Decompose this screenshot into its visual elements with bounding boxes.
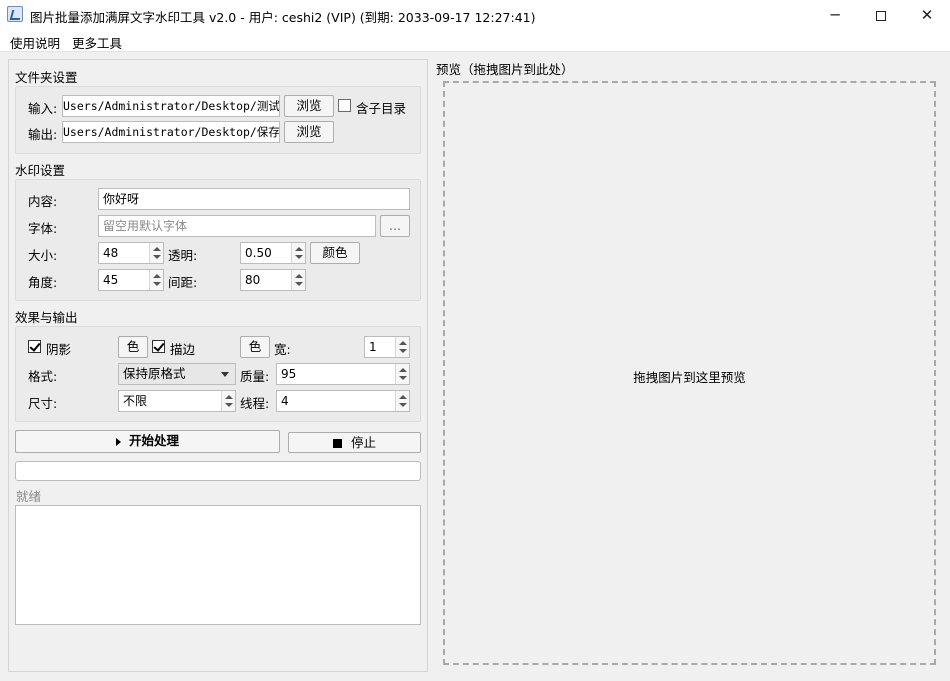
stroke-checkbox[interactable] (152, 340, 165, 353)
threads-spin-arrows[interactable] (395, 391, 409, 411)
size-label: 大小: (28, 248, 58, 263)
shadow-color-button[interactable]: 色 (118, 336, 148, 358)
maximize-icon (876, 10, 886, 21)
format-label: 格式: (28, 369, 58, 384)
status-text: 就绪 (16, 489, 42, 504)
stroke-color-button[interactable]: 色 (240, 336, 270, 358)
subdir-checkbox[interactable] (338, 99, 351, 112)
output-browse-button[interactable]: 浏览 (284, 121, 334, 143)
font-picker-button[interactable]: ... (380, 215, 410, 237)
color-button[interactable]: 颜色 (310, 242, 360, 264)
font-label: 字体: (28, 221, 58, 236)
spacing-spin-arrows[interactable] (291, 270, 305, 290)
content-label: 内容: (28, 194, 58, 209)
quality-spinbox[interactable]: 95 (276, 363, 410, 385)
preview-drop-zone[interactable]: 拖拽图片到这里预览 (443, 81, 936, 665)
size-spin-arrows[interactable] (149, 243, 163, 263)
stop-icon (332, 439, 342, 448)
threads-label: 线程: (240, 396, 270, 411)
drop-hint: 拖拽图片到这里预览 (633, 370, 746, 385)
menu-help[interactable]: 使用说明 (10, 33, 60, 52)
folder-settings-title: 文件夹设置 (15, 70, 78, 85)
output-size-value: 不限 (123, 394, 148, 408)
output-size-label: 尺寸: (28, 396, 58, 411)
watermark-settings-title: 水印设置 (15, 163, 66, 178)
play-icon (115, 437, 121, 446)
preview-panel: 预览（拖拽图片到此处） 拖拽图片到这里预览 (436, 59, 942, 672)
input-folder-label: 输入: (28, 101, 58, 116)
menu-more-tools[interactable]: 更多工具 (72, 33, 122, 52)
effects-title: 效果与输出 (15, 310, 78, 325)
folder-settings-group: 输入: Users/Administrator/Desktop/测试图片 浏览 … (15, 86, 421, 154)
shadow-checkbox[interactable] (28, 340, 41, 353)
stroke-label: 描边 (170, 342, 196, 357)
stroke-width-spinbox[interactable]: 1 (364, 336, 410, 358)
opacity-value: 0.50 (245, 246, 272, 260)
menu-bar: 使用说明 更多工具 (0, 30, 950, 52)
start-label: 开始处理 (128, 433, 179, 448)
window-title: 图片批量添加满屏文字水印工具 v2.0 - 用户: ceshi2 (VIP) (… (30, 10, 536, 25)
format-dropdown[interactable]: 保持原格式 (118, 363, 236, 385)
output-folder-label: 输出: (28, 127, 58, 142)
spacing-value: 80 (245, 273, 261, 287)
angle-value: 45 (103, 273, 119, 287)
settings-panel: 文件夹设置 输入: Users/Administrator/Desktop/测试… (8, 59, 428, 672)
watermark-settings-group: 内容: 你好呀 字体: 留空用默认字体 ... 大小: 48 透明: 0.50 … (15, 179, 421, 301)
maximize-button[interactable] (858, 0, 904, 30)
log-area[interactable] (15, 505, 421, 625)
minimize-button[interactable]: ─ (812, 0, 858, 30)
stop-label: 停止 (350, 435, 376, 450)
opacity-spinbox[interactable]: 0.50 (240, 242, 306, 264)
stop-button[interactable]: 停止 (288, 432, 421, 453)
effects-group: 阴影 色 描边 色 宽: 1 格式: 保持原格式 质量: 95 尺寸: 不限 线… (15, 326, 421, 422)
quality-label: 质量: (240, 369, 270, 384)
format-value: 保持原格式 (123, 366, 186, 381)
threads-value: 4 (281, 394, 289, 408)
spacing-label: 间距: (168, 275, 198, 290)
angle-label: 角度: (28, 275, 58, 290)
chevron-down-icon (221, 372, 229, 377)
angle-spin-arrows[interactable] (149, 270, 163, 290)
stroke-width-spin-arrows[interactable] (395, 337, 409, 357)
stroke-width-label: 宽: (274, 342, 291, 357)
size-spinbox[interactable]: 48 (98, 242, 164, 264)
subdir-label: 含子目录 (356, 101, 407, 116)
shadow-label: 阴影 (46, 342, 72, 357)
content-input[interactable]: 你好呀 (98, 188, 410, 210)
close-button[interactable]: ✕ (904, 0, 950, 30)
angle-spinbox[interactable]: 45 (98, 269, 164, 291)
spacing-spinbox[interactable]: 80 (240, 269, 306, 291)
threads-spinbox[interactable]: 4 (276, 390, 410, 412)
progress-bar (15, 461, 421, 481)
opacity-label: 透明: (168, 248, 198, 263)
output-size-spin-arrows[interactable] (221, 391, 235, 411)
output-size-spinbox[interactable]: 不限 (118, 390, 236, 412)
font-input[interactable]: 留空用默认字体 (98, 215, 376, 237)
quality-value: 95 (281, 367, 297, 381)
size-value: 48 (103, 246, 119, 260)
opacity-spin-arrows[interactable] (291, 243, 305, 263)
output-folder-field[interactable]: Users/Administrator/Desktop/保存目录 (62, 121, 280, 143)
input-folder-field[interactable]: Users/Administrator/Desktop/测试图片 (62, 95, 280, 117)
quality-spin-arrows[interactable] (395, 364, 409, 384)
input-browse-button[interactable]: 浏览 (284, 95, 334, 117)
title-bar: 图片批量添加满屏文字水印工具 v2.0 - 用户: ceshi2 (VIP) (… (0, 0, 950, 30)
start-button[interactable]: 开始处理 (15, 430, 280, 453)
preview-title: 预览（拖拽图片到此处） (436, 62, 574, 77)
app-icon (7, 6, 23, 22)
stroke-width-value: 1 (369, 340, 377, 354)
